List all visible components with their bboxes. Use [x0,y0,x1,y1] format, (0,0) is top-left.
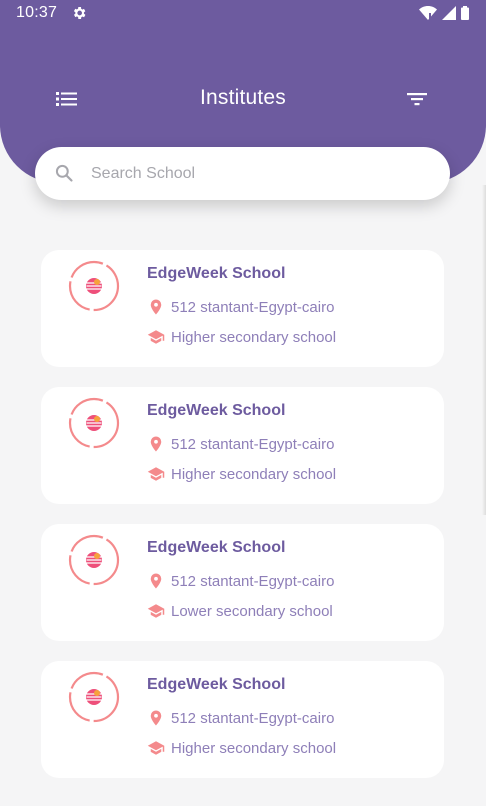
school-type-row: Lower secondary school [147,601,333,621]
school-type: Higher secondary school [171,739,337,757]
school-address: 512 stantant-Egypt-cairo [171,572,335,590]
graduation-cap-icon [147,330,165,344]
location-pin-icon [150,436,162,452]
search-input[interactable] [91,147,431,200]
gear-icon [73,7,86,19]
school-logo-icon [68,397,120,449]
school-address: 512 stantant-Egypt-cairo [171,435,335,453]
school-type-row: Higher secondary school [147,464,336,484]
graduation-cap-icon [147,604,165,618]
edge-shadow [482,185,486,515]
school-type-row: Higher secondary school [147,327,336,347]
school-type-row: Higher secondary school [147,738,336,758]
school-address: 512 stantant-Egypt-cairo [171,298,335,316]
school-address-row: 512 stantant-Egypt-cairo [147,708,334,728]
location-pin-icon [150,710,162,726]
school-name: EdgeWeek School [147,402,286,419]
school-logo-icon [68,260,120,312]
school-address-row: 512 stantant-Egypt-cairo [147,297,334,317]
wifi-icon [419,6,437,20]
school-address: 512 stantant-Egypt-cairo [171,709,335,727]
school-type: Higher secondary school [171,465,337,483]
school-name: EdgeWeek School [147,265,286,282]
signal-icon [442,6,456,20]
graduation-cap-icon [147,467,165,481]
school-address-row: 512 stantant-Egypt-cairo [147,434,334,454]
school-name: EdgeWeek School [147,676,286,693]
school-card[interactable]: EdgeWeek School 512 stantant-Egypt-cairo… [41,524,444,641]
status-bar: 10:37 [0,0,486,28]
battery-icon [461,6,469,20]
school-logo-icon [68,671,120,723]
school-card[interactable]: EdgeWeek School 512 stantant-Egypt-cairo… [41,661,444,778]
school-card[interactable]: EdgeWeek School 512 stantant-Egypt-cairo… [41,387,444,504]
school-card[interactable]: EdgeWeek School 512 stantant-Egypt-cairo… [41,250,444,367]
school-name: EdgeWeek School [147,539,286,556]
school-address-row: 512 stantant-Egypt-cairo [147,571,334,591]
school-type: Higher secondary school [171,328,337,346]
search-icon [55,164,73,182]
search-bar[interactable] [35,147,450,200]
school-type: Lower secondary school [171,602,333,620]
location-pin-icon [150,299,162,315]
school-logo-icon [68,534,120,586]
status-time: 10:37 [16,4,58,21]
location-pin-icon [150,573,162,589]
graduation-cap-icon [147,741,165,755]
filter-icon[interactable] [406,89,428,109]
